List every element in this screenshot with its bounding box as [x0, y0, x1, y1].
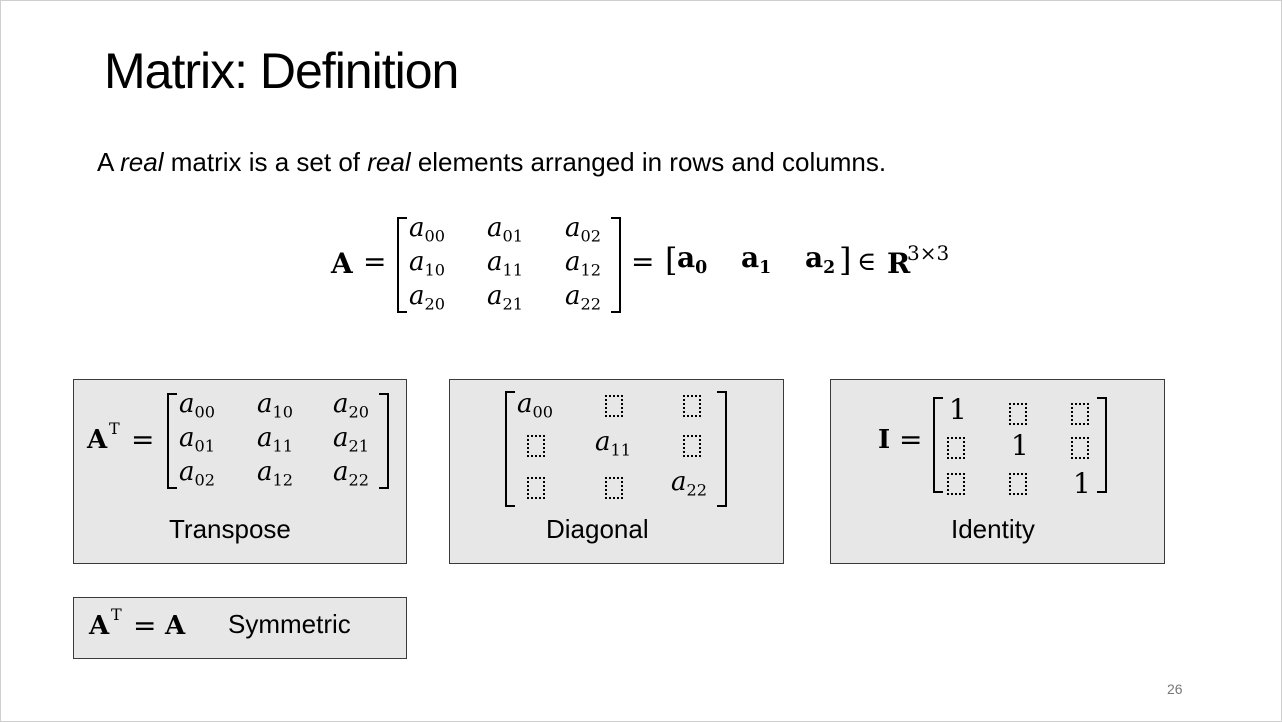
symmetric-rhs: A	[165, 611, 186, 641]
sentence-part: A	[97, 147, 121, 177]
transpose-caption: Transpose	[169, 514, 291, 544]
empty-entry-placeholder	[1009, 403, 1027, 425]
matrix-entry: a22	[333, 457, 370, 490]
diagonal-caption: Diagonal	[546, 514, 649, 544]
matrix-entry: a10	[257, 389, 294, 422]
symmetric-caption: Symmetric	[228, 609, 351, 639]
matrix-entry: a02	[179, 457, 216, 490]
slide: Matrix: Definition A real matrix is a se…	[0, 0, 1282, 722]
matrix-entry: a11	[487, 247, 524, 280]
empty-entry-placeholder	[1009, 473, 1027, 495]
equals-sign: =	[899, 423, 923, 456]
column-vector: a0	[677, 241, 708, 279]
empty-entry-placeholder	[683, 435, 701, 457]
equals-sign: =	[133, 609, 157, 642]
identity-matrix: 1 1 1	[933, 393, 1107, 500]
equals-sign: =	[131, 423, 155, 456]
empty-entry-placeholder	[947, 473, 965, 495]
matrix-entry: a20	[333, 389, 370, 422]
matrix-entry: a21	[487, 281, 524, 314]
empty-entry-placeholder	[947, 437, 965, 459]
matrix-entry: a22	[565, 281, 602, 314]
symmetric-lhs: A	[89, 611, 110, 641]
matrix-a: a00 a01 a02 a10 a11 a12 a20 a21 a22	[397, 213, 621, 314]
sentence-part: elements arranged in rows and columns.	[410, 147, 887, 177]
transpose-superscript: T	[109, 419, 120, 438]
identity-one-entry: 1	[949, 393, 967, 426]
sentence-part: matrix is a set of	[163, 147, 368, 177]
empty-entry-placeholder	[527, 477, 545, 499]
matrix-entry: a02	[565, 213, 602, 246]
right-bracket: ]	[839, 241, 852, 279]
equals-sign: =	[363, 245, 387, 278]
matrix-entry: a10	[409, 247, 446, 280]
slide-title: Matrix: Definition	[104, 43, 459, 99]
equals-sign: =	[631, 245, 655, 278]
empty-entry-placeholder	[527, 435, 545, 457]
matrix-entry: a21	[333, 423, 370, 456]
column-vector: a1	[741, 241, 772, 279]
identity-one-entry: 1	[1073, 467, 1091, 500]
matrix-entry: a01	[179, 423, 216, 456]
empty-entry-placeholder	[605, 395, 623, 417]
matrix-symbol: A	[331, 247, 353, 280]
matrix-entry: a00	[409, 213, 446, 246]
identity-one-entry: 1	[1011, 429, 1029, 462]
dimension-label: 3×3	[907, 241, 950, 265]
transpose-lhs: A	[87, 425, 108, 455]
definition-sentence: A real matrix is a set of real elements …	[97, 144, 886, 180]
diagonal-entry: a00	[517, 389, 554, 422]
empty-entry-placeholder	[1071, 437, 1089, 459]
identity-caption: Identity	[951, 514, 1035, 544]
element-of-symbol: ∈	[857, 247, 877, 277]
diagonal-matrix: a00 a11 a22	[505, 389, 727, 507]
diagonal-entry: a11	[595, 427, 632, 460]
sentence-emphasis: real	[120, 147, 164, 177]
page-number: 26	[1167, 681, 1183, 697]
transpose-matrix: a00 a10 a20 a01 a11 a21 a02 a12 a22	[167, 389, 389, 490]
matrix-entry: a11	[257, 423, 294, 456]
matrix-entry: a01	[487, 213, 524, 246]
identity-symbol: I	[878, 425, 891, 455]
symmetric-superscript: T	[111, 605, 122, 624]
empty-entry-placeholder	[605, 477, 623, 499]
matrix-entry: a00	[179, 389, 216, 422]
matrix-entry: a12	[565, 247, 602, 280]
diagonal-entry: a22	[671, 467, 708, 500]
matrix-entry: a20	[409, 281, 446, 314]
left-bracket: [	[665, 241, 678, 279]
empty-entry-placeholder	[683, 395, 701, 417]
sentence-emphasis: real	[367, 147, 411, 177]
column-vector: a2	[805, 241, 836, 279]
matrix-entry: a12	[257, 457, 294, 490]
empty-entry-placeholder	[1071, 403, 1089, 425]
